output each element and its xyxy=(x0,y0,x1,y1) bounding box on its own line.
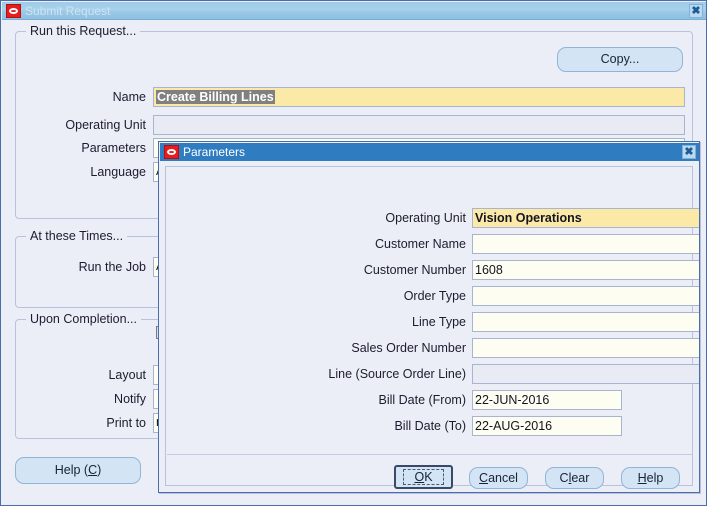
clear-button[interactable]: Clear xyxy=(545,467,604,489)
ok-button[interactable]: OK xyxy=(394,465,453,489)
notify-label: Notify xyxy=(114,392,146,406)
param-customer-name-label: Customer Name xyxy=(375,237,466,251)
param-sales-order-number-label: Sales Order Number xyxy=(351,341,466,355)
close-icon[interactable]: ✖ xyxy=(689,4,703,18)
parameters-content-panel: Operating Unit Vision Operations Custome… xyxy=(165,166,699,489)
param-line-type-field[interactable] xyxy=(472,312,699,332)
param-bill-date-from-label: Bill Date (From) xyxy=(378,393,466,407)
param-order-type-label: Order Type xyxy=(403,289,466,303)
group-upon-completion-title: Upon Completion... xyxy=(26,312,142,326)
group-run-this-request-title: Run this Request... xyxy=(26,24,141,38)
cancel-button[interactable]: Cancel xyxy=(469,467,528,489)
parameters-dialog-title: Parameters xyxy=(183,145,246,159)
param-bill-date-from-field[interactable]: 22-JUN-2016 xyxy=(472,390,622,410)
parameters-label: Parameters xyxy=(81,141,146,155)
param-sales-order-number-field[interactable] xyxy=(472,338,699,358)
language-label: Language xyxy=(90,165,146,179)
cancel-button-label: Cancel xyxy=(479,470,518,485)
oracle-logo-icon xyxy=(6,4,21,18)
main-help-button-label: Help (C) xyxy=(54,463,102,478)
name-field[interactable]: Create Billing Lines xyxy=(153,87,685,107)
print-to-label: Print to xyxy=(106,416,146,430)
param-customer-number-label: Customer Number xyxy=(363,263,466,277)
oracle-logo-icon xyxy=(164,145,179,159)
main-help-button[interactable]: Help (C) xyxy=(15,457,141,484)
name-field-value: Create Billing Lines xyxy=(156,90,275,104)
dialog-help-button-label: Help xyxy=(637,470,664,485)
close-icon[interactable]: ✖ xyxy=(682,145,696,159)
param-order-type-field[interactable] xyxy=(472,286,699,306)
main-window-title: Submit Request xyxy=(25,4,111,18)
param-line-source-order-line-field xyxy=(472,364,699,384)
operating-unit-label: Operating Unit xyxy=(65,118,146,132)
dialog-help-button[interactable]: Help xyxy=(621,467,680,489)
group-at-these-times-title: At these Times... xyxy=(26,229,128,243)
param-operating-unit-field[interactable]: Vision Operations xyxy=(472,208,699,228)
param-bill-date-to-field[interactable]: 22-AUG-2016 xyxy=(472,416,622,436)
name-label: Name xyxy=(112,90,146,104)
run-the-job-label: Run the Job xyxy=(78,260,146,274)
parameters-titlebar: Parameters ✖ xyxy=(160,143,699,161)
main-titlebar: Submit Request ✖ xyxy=(2,2,706,20)
param-bill-date-to-label: Bill Date (To) xyxy=(394,419,466,433)
param-customer-name-field[interactable] xyxy=(472,234,699,254)
param-line-type-label: Line Type xyxy=(412,315,466,329)
clear-button-label: Clear xyxy=(559,470,590,485)
divider xyxy=(167,454,693,455)
parameters-dialog: Parameters ✖ Operating Unit Vision Opera… xyxy=(158,141,700,493)
param-line-source-order-line-label: Line (Source Order Line) xyxy=(328,367,466,381)
param-customer-number-field[interactable]: 1608 xyxy=(472,260,699,280)
copy-button[interactable]: Copy... xyxy=(557,47,683,72)
ok-button-label: OK xyxy=(403,468,444,486)
operating-unit-field[interactable] xyxy=(153,115,685,135)
layout-label: Layout xyxy=(108,368,146,382)
param-operating-unit-label: Operating Unit xyxy=(385,211,466,225)
